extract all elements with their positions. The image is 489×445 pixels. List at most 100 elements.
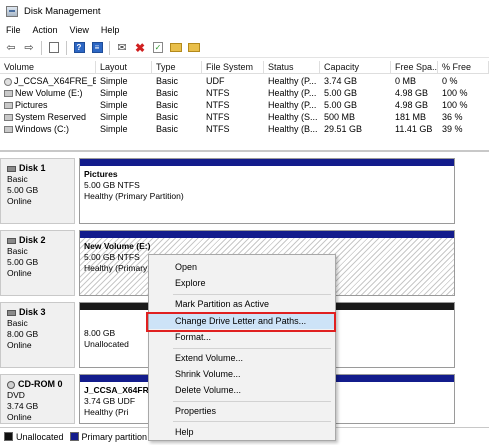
menu-item-shrink-volume[interactable]: Shrink Volume...	[149, 367, 335, 382]
disk-label[interactable]: Disk 3 Basic 8.00 GB Online	[0, 302, 75, 368]
table-cell[interactable]: Healthy (B...	[264, 123, 320, 135]
table-cell[interactable]: Basic	[152, 75, 202, 87]
toolbar-separator	[66, 40, 67, 55]
table-cell[interactable]: System Reserved	[0, 111, 96, 123]
primary-partition-swatch	[69, 432, 79, 441]
table-cell[interactable]: 0 %	[438, 75, 489, 87]
cell-text: 36 %	[442, 112, 463, 122]
table-cell[interactable]: 181 MB	[391, 111, 438, 123]
table-cell[interactable]: 0 MB	[391, 75, 438, 87]
menu-help[interactable]: Help	[95, 25, 126, 35]
menu-item-delete-volume[interactable]: Delete Volume...	[149, 383, 335, 398]
delete-icon[interactable]: ✖	[132, 40, 148, 56]
legend-primary: Primary partition	[81, 431, 148, 442]
partition-pictures[interactable]: Pictures 5.00 GB NTFS Healthy (Primary P…	[79, 158, 455, 224]
console-tree-icon[interactable]	[46, 40, 62, 56]
table-cell[interactable]: 500 MB	[320, 111, 391, 123]
disk-type: Basic	[7, 318, 28, 328]
cell-text: 500 MB	[324, 112, 356, 122]
check-icon[interactable]: ✓	[150, 40, 166, 56]
toolbar: ⇦ ⇨ ? ≡ ✉ ✖ ✓	[0, 38, 489, 58]
menu-item-properties[interactable]: Properties	[149, 404, 335, 419]
table-cell[interactable]: NTFS	[202, 111, 264, 123]
table-cell[interactable]: 39 %	[438, 123, 489, 135]
table-cell[interactable]: Healthy (P...	[264, 87, 320, 99]
table-cell[interactable]: J_CCSA_X64FRE_E...	[0, 75, 96, 87]
table-cell[interactable]: 100 %	[438, 87, 489, 99]
cd-volume-icon	[4, 77, 12, 86]
table-cell[interactable]: Healthy (S...	[264, 111, 320, 123]
hard-disk-icon	[7, 165, 16, 172]
help-icon[interactable]: ?	[71, 40, 87, 56]
table-cell[interactable]: 5.00 GB	[320, 99, 391, 111]
menu-item-format[interactable]: Format...	[149, 330, 335, 345]
cell-text: Simple	[100, 124, 128, 134]
open-folder-icon[interactable]	[168, 40, 184, 56]
table-cell[interactable]: 11.41 GB	[391, 123, 438, 135]
menu-action[interactable]: Action	[27, 25, 64, 35]
cell-text: 100 %	[442, 88, 468, 98]
table-cell[interactable]: Basic	[152, 99, 202, 111]
volume-icon	[4, 102, 13, 110]
partition-status: Healthy (Primary Partition)	[84, 191, 184, 201]
cell-text: Basic	[156, 76, 179, 86]
menu-item-extend-volume[interactable]: Extend Volume...	[149, 351, 335, 366]
table-cell[interactable]: Simple	[96, 87, 152, 99]
cell-text: Simple	[100, 100, 128, 110]
table-cell[interactable]: NTFS	[202, 123, 264, 135]
cell-text: 181 MB	[395, 112, 427, 122]
folder-icon[interactable]	[186, 40, 202, 56]
table-cell[interactable]: 4.98 GB	[391, 99, 438, 111]
disk-label[interactable]: Disk 2 Basic 5.00 GB Online	[0, 230, 75, 296]
disk-status: Online	[7, 196, 32, 206]
table-cell[interactable]: Healthy (P...	[264, 99, 320, 111]
back-arrow-icon[interactable]: ⇦	[3, 40, 19, 56]
table-cell[interactable]: Windows (C:)	[0, 123, 96, 135]
partition-detail: 5.00 GB NTFS	[84, 180, 140, 190]
table-cell[interactable]: Simple	[96, 99, 152, 111]
properties-icon[interactable]: ≡	[89, 40, 105, 56]
menu-item-help[interactable]: Help	[149, 425, 335, 440]
disk-type: Basic	[7, 246, 28, 256]
table-cell[interactable]: 4.98 GB	[391, 87, 438, 99]
table-cell[interactable]: NTFS	[202, 99, 264, 111]
table-cell[interactable]: New Volume (E:)	[0, 87, 96, 99]
table-cell[interactable]: Healthy (P...	[264, 75, 320, 87]
cell-text: Basic	[156, 124, 179, 134]
toolbar-separator	[109, 40, 110, 55]
disk-label[interactable]: CD-ROM 0 DVD 3.74 GB Online	[0, 374, 75, 424]
menu-item-mark-active[interactable]: Mark Partition as Active	[149, 297, 335, 312]
table-cell[interactable]: 5.00 GB	[320, 87, 391, 99]
disk-name: Disk 3	[19, 307, 46, 317]
table-cell[interactable]: 3.74 GB	[320, 75, 391, 87]
table-cell[interactable]: Basic	[152, 123, 202, 135]
table-cell[interactable]: UDF	[202, 75, 264, 87]
table-cell[interactable]: Simple	[96, 111, 152, 123]
disk-status: Online	[7, 268, 32, 278]
menu-file[interactable]: File	[0, 25, 27, 35]
menu-view[interactable]: View	[64, 25, 95, 35]
table-cell[interactable]: 100 %	[438, 99, 489, 111]
disk-label[interactable]: Disk 1 Basic 5.00 GB Online	[0, 158, 75, 224]
cd-rom-icon	[7, 380, 15, 389]
table-cell[interactable]: 29.51 GB	[320, 123, 391, 135]
disk-type: DVD	[7, 390, 25, 400]
forward-arrow-icon[interactable]: ⇨	[21, 40, 37, 56]
cell-text: Simple	[100, 76, 128, 86]
connect-icon[interactable]: ✉	[114, 40, 130, 56]
cell-text: UDF	[206, 76, 225, 86]
table-cell[interactable]: Basic	[152, 87, 202, 99]
disk-type: Basic	[7, 174, 28, 184]
menu-item-open[interactable]: Open	[149, 260, 335, 275]
volume-icon	[4, 114, 13, 122]
table-cell[interactable]: Pictures	[0, 99, 96, 111]
menu-item-explore[interactable]: Explore	[149, 276, 335, 291]
table-cell[interactable]: Simple	[96, 123, 152, 135]
table-cell[interactable]: Basic	[152, 111, 202, 123]
table-cell[interactable]: Simple	[96, 75, 152, 87]
cell-text: 29.51 GB	[324, 124, 363, 134]
cell-text: Healthy (P...	[268, 88, 317, 98]
table-cell[interactable]: 36 %	[438, 111, 489, 123]
table-cell[interactable]: NTFS	[202, 87, 264, 99]
disk-size: 3.74 GB	[7, 401, 39, 411]
